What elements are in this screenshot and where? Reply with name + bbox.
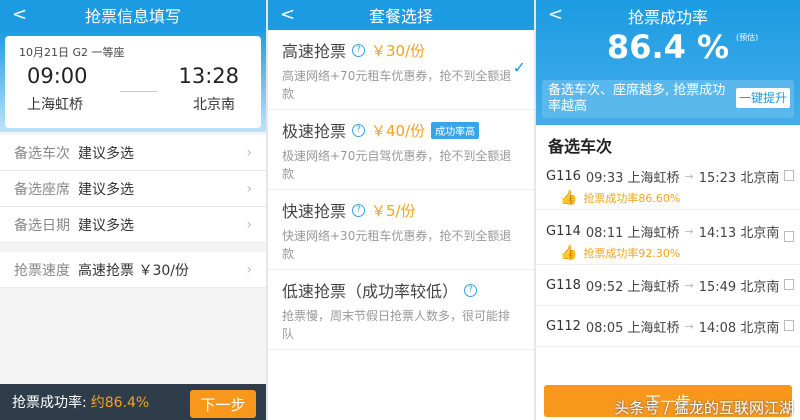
back-icon[interactable]: < <box>280 4 295 25</box>
train-no: G116 <box>546 168 581 184</box>
success-rate-label: 抢票成功率: <box>12 395 87 411</box>
thumbs-up-icon: 👍 <box>560 190 578 206</box>
bottom-bar: 抢票成功率: 约86.4% 下一步 <box>0 384 266 420</box>
package-screen: < 套餐选择 高速抢票? ￥30/份高速网络+70元租车优惠券，抢不到全额退款 ✓ 极… <box>268 0 534 420</box>
arrival-station: 北京南 <box>193 97 235 113</box>
check-icon: ✓ <box>512 58 526 77</box>
success-rate: 86.4 % <box>606 28 730 66</box>
row-value: 建议多选 <box>78 181 134 198</box>
train-rate: 抢票成功率92.30% <box>583 247 681 260</box>
train-row[interactable]: G116 09:33 上海虹桥 → 15:23 北京南 👍 抢票成功率86.60% <box>536 161 800 210</box>
fill-info-screen: < 抢票信息填写 10月21日 G2 一等座 09:00 13:28 上海虹桥 北… <box>0 0 266 420</box>
train-meta: 10月21日 G2 一等座 <box>19 46 125 59</box>
row-speed[interactable]: 抢票速度 高速抢票 ￥30/份 › <box>0 252 266 288</box>
package-option-slow[interactable]: 低速抢票（成功率较低）? 抢票慢，周末节假日抢票人数多，很可能排队 <box>268 270 534 350</box>
arrow-icon: → <box>684 224 694 238</box>
success-rate-value: 约86.4% <box>90 395 150 411</box>
option-desc: 抢票慢，周末节假日抢票人数多，很可能排队 <box>282 309 511 341</box>
row-value: 建议多选 <box>78 217 134 234</box>
help-icon[interactable]: ? <box>352 203 366 217</box>
option-name: 高速抢票 <box>282 42 347 61</box>
back-icon[interactable]: < <box>12 4 27 25</box>
train-arr: 14:08 北京南 <box>698 320 780 336</box>
estimate-label: (预估) <box>736 33 759 42</box>
back-icon[interactable]: < <box>548 4 563 25</box>
help-icon[interactable]: ? <box>352 43 366 57</box>
checkbox[interactable] <box>784 231 794 242</box>
header: < 套餐选择 <box>268 0 534 30</box>
checkbox[interactable] <box>784 170 794 181</box>
row-label: 备选日期 <box>14 217 70 234</box>
arrow-icon: → <box>684 319 694 333</box>
row-value: 建议多选 <box>78 145 134 162</box>
option-desc: 快速网络+30元租车优惠券，抢不到全额退款 <box>282 229 512 261</box>
section-heading: 备选车次 <box>548 137 613 156</box>
page-title: 抢票信息填写 <box>84 7 181 26</box>
page-title: 套餐选择 <box>368 7 433 26</box>
row-label: 备选车次 <box>14 145 70 162</box>
rate-header: < 抢票成功率 86.4 % (预估) 备选车次、座席越多, 抢票成功率越高 一键… <box>536 0 800 125</box>
option-price: ￥30/份 <box>371 41 426 60</box>
package-option-extreme[interactable]: 极速抢票? ￥40/份 成功率高极速网络+70元自驾优惠券，抢不到全额退款 <box>268 110 534 190</box>
help-icon[interactable]: ? <box>464 283 478 297</box>
checkbox[interactable] <box>784 279 794 290</box>
package-option-high[interactable]: 高速抢票? ￥30/份高速网络+70元租车优惠券，抢不到全额退款 ✓ <box>268 30 534 110</box>
header: < 抢票信息填写 <box>0 0 266 30</box>
high-rate-badge: 成功率高 <box>431 121 480 139</box>
help-icon[interactable]: ? <box>352 123 366 137</box>
page-title: 抢票成功率 <box>627 8 708 27</box>
arrow-icon <box>120 91 158 92</box>
option-desc: 极速网络+70元自驾优惠券，抢不到全额退款 <box>282 149 512 181</box>
option-name: 低速抢票（成功率较低） <box>282 282 459 301</box>
thumbs-up-icon: 👍 <box>560 245 578 261</box>
train-dep: 08:11 上海虹桥 <box>585 225 680 241</box>
row-alt-trains[interactable]: 备选车次 建议多选 › <box>0 135 266 171</box>
chevron-right-icon: › <box>246 261 252 278</box>
option-price: ￥5/份 <box>371 201 416 220</box>
train-rate: 抢票成功率86.60% <box>583 192 681 205</box>
departure-station: 上海虹桥 <box>27 97 83 113</box>
train-dep: 09:33 上海虹桥 <box>585 170 680 186</box>
arrow-icon: → <box>684 169 694 183</box>
train-no: G118 <box>546 277 581 293</box>
arrow-icon: → <box>684 278 694 292</box>
train-no: G114 <box>546 223 581 239</box>
checkbox[interactable] <box>784 320 794 331</box>
train-arr: 15:23 北京南 <box>698 170 780 186</box>
option-desc: 高速网络+70元租车优惠券，抢不到全额退款 <box>282 69 512 101</box>
next-button[interactable]: 下一步 <box>190 390 256 418</box>
row-value: 高速抢票 ￥30/份 <box>78 262 189 279</box>
train-no: G112 <box>546 318 581 334</box>
package-option-fast[interactable]: 快速抢票? ￥5/份快速网络+30元租车优惠券，抢不到全额退款 <box>268 190 534 270</box>
row-alt-dates[interactable]: 备选日期 建议多选 › <box>0 207 266 243</box>
row-label: 备选座席 <box>14 181 70 198</box>
row-label: 抢票速度 <box>14 262 70 279</box>
chevron-right-icon: › <box>246 180 252 197</box>
train-row[interactable]: G112 08:05 上海虹桥 → 14:08 北京南 <box>536 306 800 347</box>
arrival-time: 13:28 <box>178 64 239 88</box>
train-card: 10月21日 G2 一等座 09:00 13:28 上海虹桥 北京南 <box>5 36 261 128</box>
tip-text: 备选车次、座席越多, 抢票成功率越高 <box>548 83 726 114</box>
train-row[interactable]: G118 09:52 上海虹桥 → 15:49 北京南 <box>536 265 800 306</box>
chevron-right-icon: › <box>246 216 252 233</box>
train-arr: 15:49 北京南 <box>698 279 780 295</box>
train-dep: 08:05 上海虹桥 <box>585 320 680 336</box>
watermark: 头条号 / 猛龙的互联网江湖 <box>614 399 794 417</box>
train-dep: 09:52 上海虹桥 <box>585 279 680 295</box>
train-arr: 14:13 北京南 <box>698 225 780 241</box>
departure-time: 09:00 <box>27 64 88 88</box>
train-row[interactable]: G114 08:11 上海虹桥 → 14:13 北京南 👍 抢票成功率92.30% <box>536 216 800 265</box>
train-card-area: 10月21日 G2 一等座 09:00 13:28 上海虹桥 北京南 <box>0 30 266 132</box>
tip-box: 备选车次、座席越多, 抢票成功率越高 一键提升 <box>542 80 794 118</box>
boost-button[interactable]: 一键提升 <box>735 88 790 108</box>
success-rate-screen: < 抢票成功率 86.4 % (预估) 备选车次、座席越多, 抢票成功率越高 一键… <box>536 0 800 420</box>
option-name: 快速抢票 <box>282 202 347 221</box>
option-price: ￥40/份 <box>371 121 426 140</box>
chevron-right-icon: › <box>246 144 252 161</box>
row-alt-seats[interactable]: 备选座席 建议多选 › <box>0 171 266 207</box>
option-name: 极速抢票 <box>282 122 347 141</box>
